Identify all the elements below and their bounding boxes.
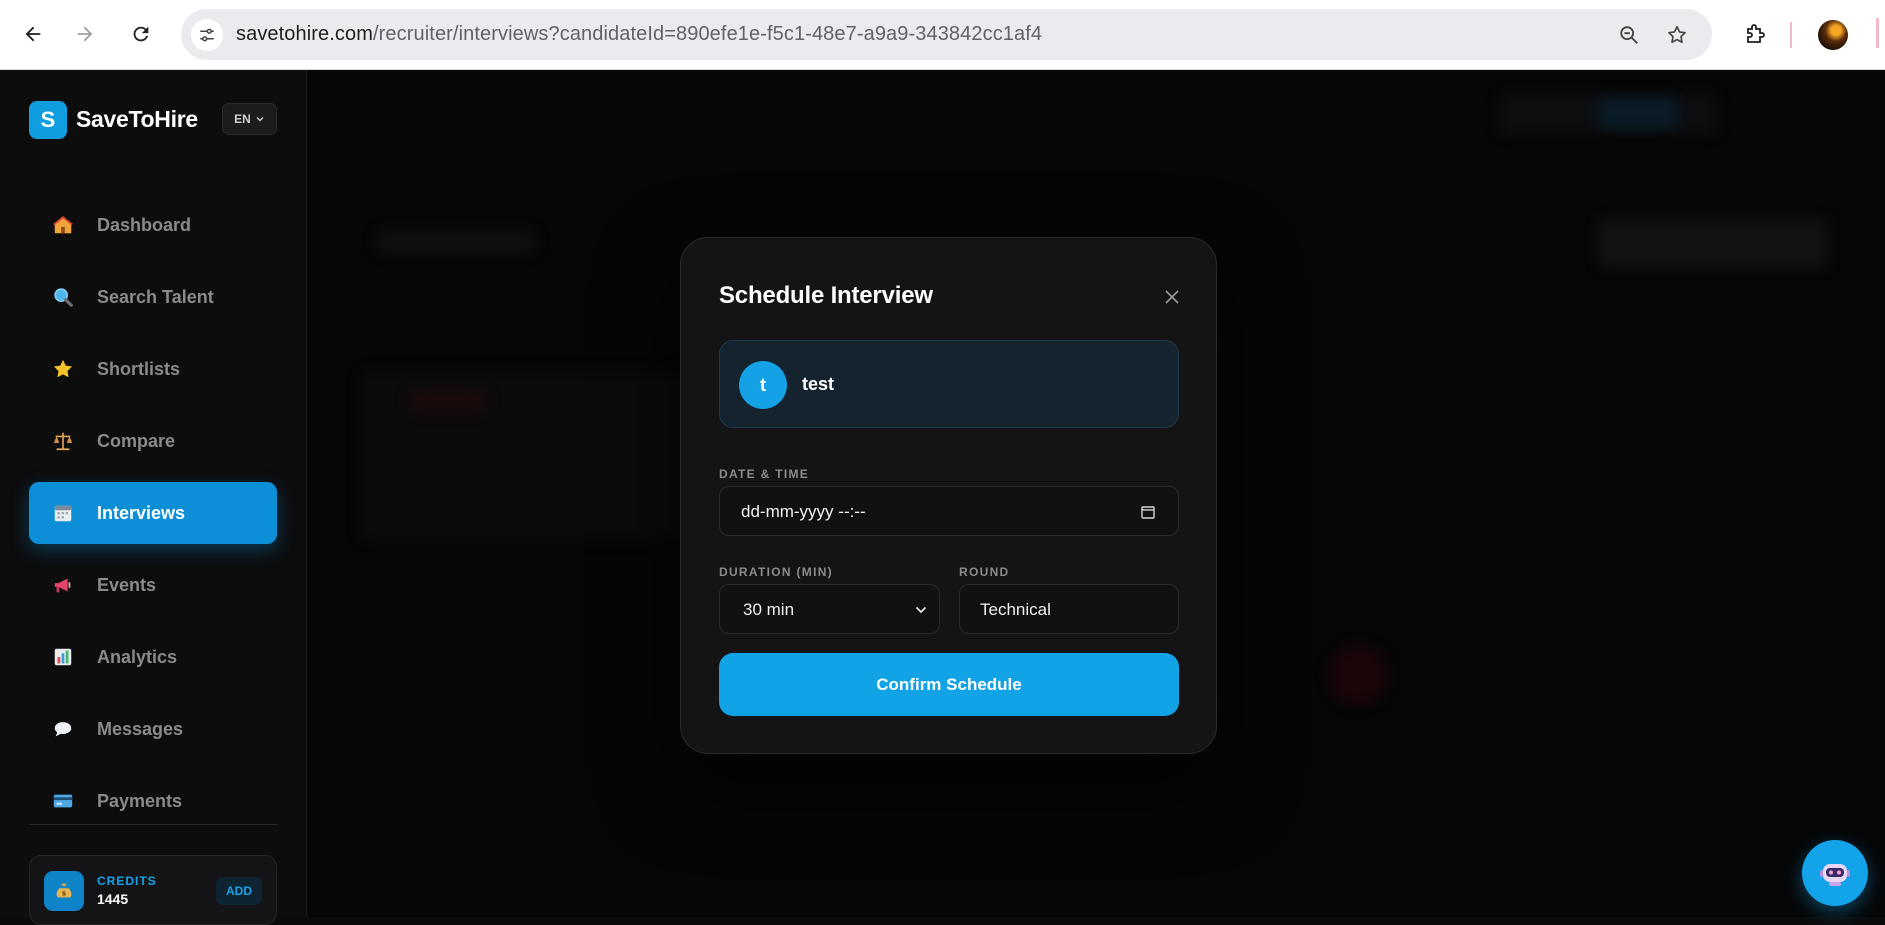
schedule-interview-modal: Schedule Interview t test DATE & TIME dd… <box>680 237 1217 754</box>
date-time-label: DATE & TIME <box>719 467 810 481</box>
brand-logo[interactable]: S <box>29 101 67 139</box>
confirm-schedule-button[interactable]: Confirm Schedule <box>719 653 1179 716</box>
duration-label: DURATION (MIN) <box>719 565 833 579</box>
address-bar[interactable]: savetohire.com/recruiter/interviews?cand… <box>181 9 1712 60</box>
credits-card: $ CREDITS 1445 ADD <box>29 855 277 925</box>
chevron-down-icon <box>915 606 927 614</box>
blurred-page-title <box>376 230 536 254</box>
profile-avatar[interactable] <box>1818 20 1848 50</box>
blurred-badge <box>408 390 488 412</box>
language-label: EN <box>234 112 251 126</box>
sidebar-item-label: Messages <box>97 718 184 739</box>
url-path: /recruiter/interviews?candidateId=890efe… <box>373 23 1043 45</box>
sidebar-item-analytics[interactable]: Analytics <box>29 626 277 688</box>
star-icon <box>51 357 75 381</box>
sidebar-item-label: Dashboard <box>97 214 192 235</box>
balance-scale-icon <box>51 429 75 453</box>
round-label: ROUND <box>959 565 1010 579</box>
candidate-name: test <box>802 374 835 394</box>
forward-button[interactable] <box>68 17 102 51</box>
date-time-placeholder: dd-mm-yyyy --:-- <box>741 502 866 521</box>
bar-chart-icon <box>51 645 75 669</box>
back-button[interactable] <box>16 17 50 51</box>
sidebar-item-events[interactable]: Events <box>29 554 277 616</box>
speech-bubble-icon <box>51 717 75 741</box>
extensions-button[interactable] <box>1738 17 1772 51</box>
money-bag-icon: $ <box>44 871 84 911</box>
sidebar-item-label: Payments <box>97 790 183 811</box>
sidebar-item-label: Analytics <box>97 646 178 667</box>
credits-label: CREDITS <box>97 874 157 888</box>
sidebar-item-messages[interactable]: Messages <box>29 698 277 760</box>
magnifier-icon <box>51 285 75 309</box>
zoom-icon[interactable] <box>1615 21 1643 49</box>
robot-icon <box>1820 864 1850 886</box>
blurred-action-button <box>1598 218 1828 268</box>
date-time-input[interactable]: dd-mm-yyyy --:-- <box>719 486 1179 536</box>
candidate-summary: t test <box>719 340 1179 428</box>
close-icon <box>1165 290 1179 304</box>
blurred-empty-state-icon <box>1328 645 1388 705</box>
brand-name[interactable]: SaveToHire <box>76 106 198 133</box>
duration-selected: 30 min <box>743 600 795 619</box>
round-input[interactable]: Technical <box>959 584 1179 634</box>
sidebar-item-payments[interactable]: Payments <box>29 770 277 832</box>
megaphone-icon <box>51 573 75 597</box>
calendar-picker-icon[interactable] <box>1140 504 1156 520</box>
sidebar-item-label: Interviews <box>97 502 186 523</box>
language-selector[interactable]: EN <box>222 103 277 135</box>
url-host: savetohire.com <box>236 23 374 45</box>
svg-text:$: $ <box>62 890 67 898</box>
sidebar-item-label: Events <box>97 574 157 595</box>
sidebar-item-interviews[interactable]: Interviews <box>29 482 277 544</box>
sidebar-nav: Dashboard Search Talent Shortlists Compa… <box>29 194 277 842</box>
sidebar-item-shortlists[interactable]: Shortlists <box>29 338 277 400</box>
sidebar-item-search-talent[interactable]: Search Talent <box>29 266 277 328</box>
bookmark-star-icon[interactable] <box>1663 21 1691 49</box>
add-credits-button[interactable]: ADD <box>216 877 262 905</box>
url-text: savetohire.com/recruiter/interviews?cand… <box>236 23 1042 46</box>
sidebar-item-label: Search Talent <box>97 286 214 307</box>
round-value: Technical <box>980 600 1051 619</box>
modal-title: Schedule Interview <box>719 282 933 309</box>
chat-assistant-button[interactable] <box>1802 840 1868 906</box>
toolbar-divider <box>1790 22 1792 48</box>
candidate-avatar: t <box>739 361 787 409</box>
close-button[interactable] <box>1160 285 1184 309</box>
sidebar-item-label: Shortlists <box>97 358 181 379</box>
calendar-icon <box>51 501 75 525</box>
sidebar-item-label: Compare <box>97 430 176 451</box>
forward-arrow-icon <box>77 26 93 42</box>
reload-icon <box>133 26 149 42</box>
sidebar: S SaveToHire EN Dashboard Search Talent … <box>0 70 307 925</box>
toolbar-edge <box>1876 18 1879 48</box>
duration-select[interactable]: 30 min <box>719 584 940 634</box>
credit-card-icon <box>51 789 75 813</box>
back-arrow-icon <box>25 26 41 42</box>
house-icon <box>51 213 75 237</box>
site-info-icon[interactable] <box>191 19 223 51</box>
credits-value: 1445 <box>97 891 129 907</box>
browser-toolbar: savetohire.com/recruiter/interviews?cand… <box>0 0 1885 70</box>
sidebar-divider <box>29 824 277 825</box>
chevron-down-icon <box>256 117 264 122</box>
blurred-primary-button <box>1598 98 1678 128</box>
reload-button[interactable] <box>124 17 158 51</box>
sidebar-item-dashboard[interactable]: Dashboard <box>29 194 277 256</box>
sidebar-item-compare[interactable]: Compare <box>29 410 277 472</box>
puzzle-icon <box>1747 24 1765 43</box>
